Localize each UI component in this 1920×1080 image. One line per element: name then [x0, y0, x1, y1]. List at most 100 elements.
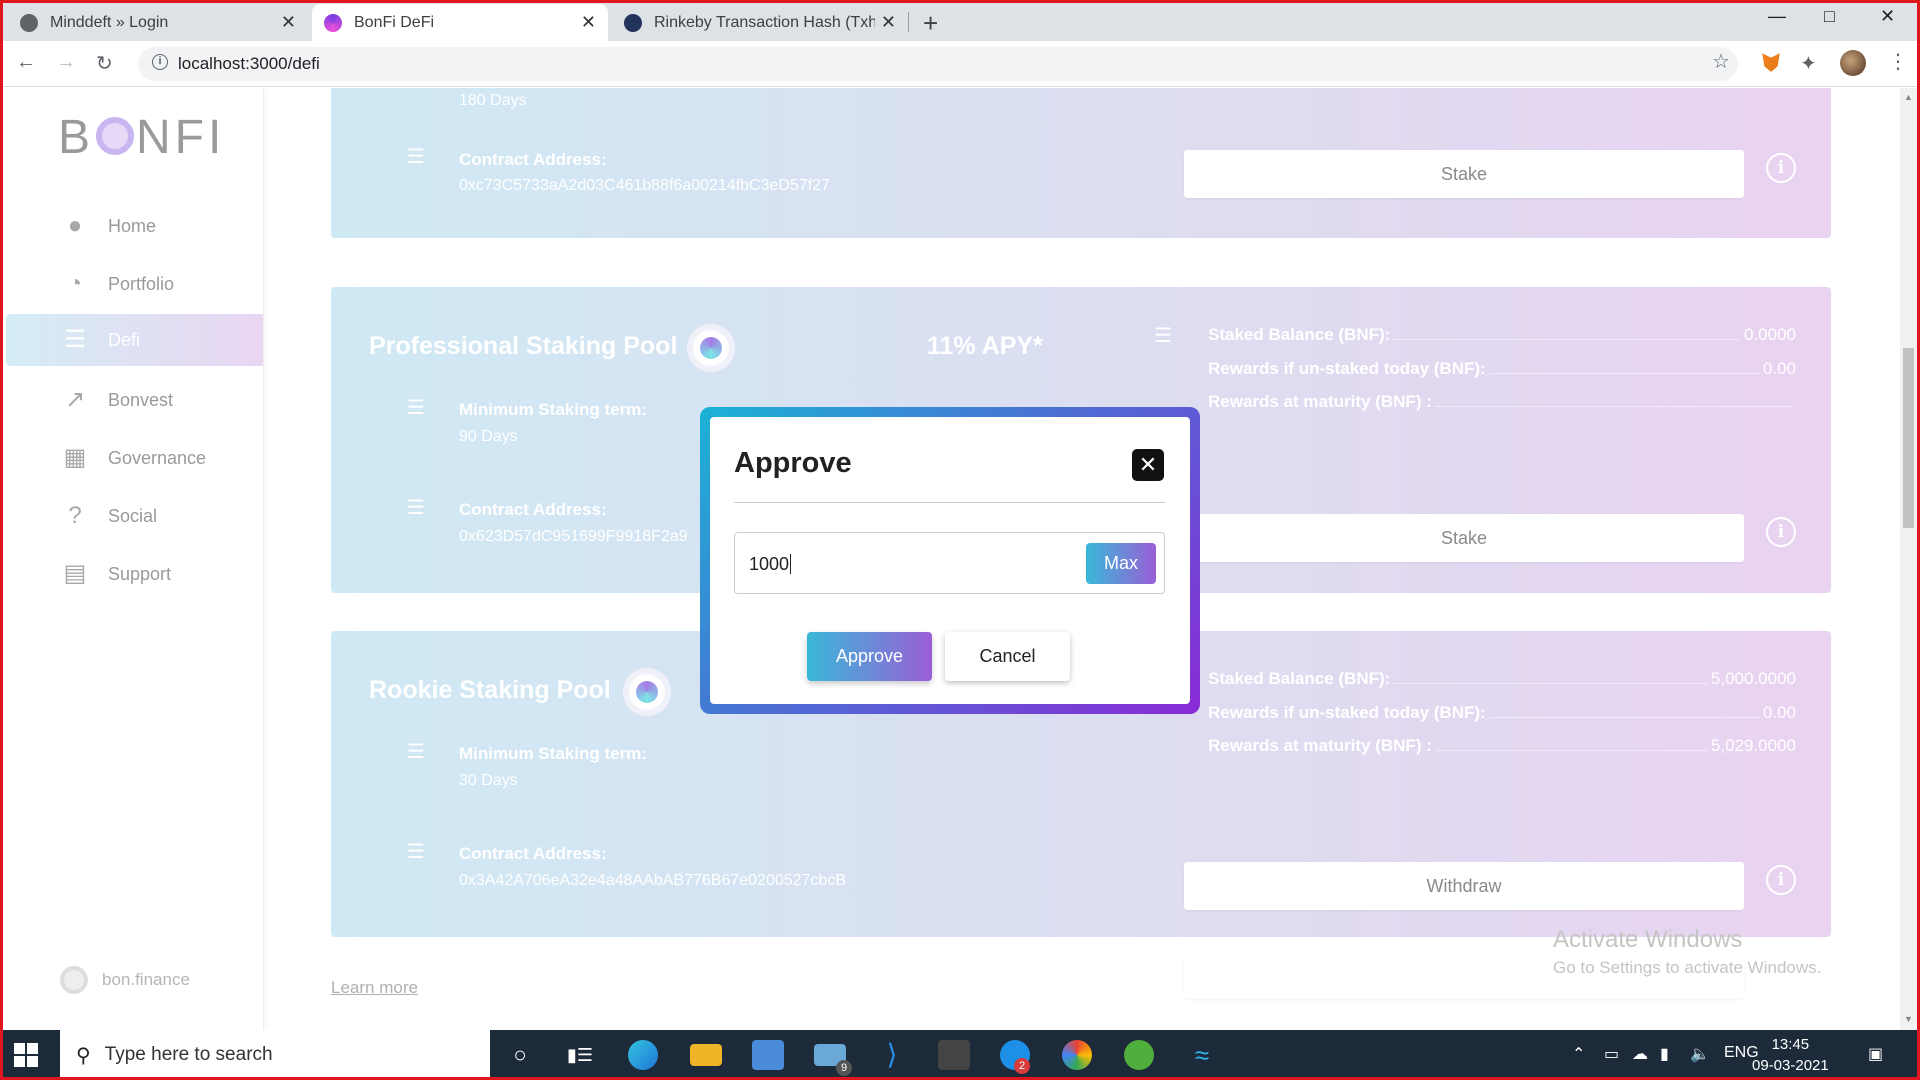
menu-lines-icon: ☰ [1154, 325, 1172, 347]
scroll-thumb[interactable] [1903, 348, 1914, 528]
activate-windows-title: Activate Windows [1553, 926, 1743, 953]
url-text[interactable]: localhost:3000/defi [178, 54, 320, 74]
close-modal-icon[interactable]: ✕ [1132, 449, 1164, 481]
store-icon[interactable] [752, 1040, 784, 1070]
modal-title: Approve [734, 447, 852, 479]
defi-page: B NFI ● Home ◔ Portfolio ☰ Defi ↗ Bonvest… [0, 88, 1920, 1030]
pool-title: Professional Staking Pool [369, 332, 678, 360]
sidebar-item-governance[interactable]: ▦ Governance [6, 432, 263, 484]
person-icon: ● [67, 212, 83, 239]
info-icon[interactable]: i [1766, 865, 1796, 895]
amount-value[interactable]: 1000 [749, 554, 792, 575]
sidebar-item-support[interactable]: ▤ Support [6, 548, 263, 600]
sidebar-item-label: Governance [108, 447, 207, 468]
skype-badge: 2 [1014, 1058, 1030, 1074]
forward-icon[interactable]: → [56, 51, 76, 74]
windows-start-icon[interactable] [14, 1043, 38, 1067]
new-tab-button[interactable]: + [923, 8, 938, 39]
sidebar-item-home[interactable]: ● Home [6, 200, 263, 252]
extensions-puzzle-icon[interactable]: ✦ [1800, 51, 1822, 75]
approve-modal: Approve ✕ 1000 Max Approve Cancel [710, 417, 1190, 704]
rewards-maturity-label: Rewards at maturity (BNF) : [1208, 736, 1432, 755]
menu-lines-icon: ☰ [407, 146, 425, 168]
task-view-icon[interactable]: ▮☰ [564, 1040, 596, 1070]
sidebar-item-defi[interactable]: ☰ Defi [6, 314, 263, 366]
scroll-down-icon[interactable]: ▼ [1904, 1014, 1913, 1024]
vscode-icon[interactable]: ⟩ [876, 1040, 908, 1070]
maximize-icon[interactable]: □ [1824, 6, 1835, 27]
grid-icon: ▦ [63, 444, 87, 471]
file-explorer-icon[interactable] [690, 1044, 722, 1066]
menu-lines-icon: ☰ [407, 741, 425, 763]
staked-label: Staked Balance (BNF): [1208, 325, 1391, 344]
wave-app-icon[interactable]: ≈ [1186, 1040, 1218, 1070]
bon-finance-link[interactable]: bon.finance [60, 966, 190, 994]
mail-badge: 9 [836, 1060, 852, 1076]
footer-label: bon.finance [102, 970, 190, 989]
chrome-icon[interactable] [1062, 1040, 1092, 1070]
sidebar-item-bonvest[interactable]: ↗ Bonvest [6, 374, 263, 426]
info-icon[interactable]: i [1766, 153, 1796, 183]
sidebar-item-portfolio[interactable]: ◔ Portfolio [6, 258, 263, 310]
dotted-leader [1394, 669, 1707, 684]
rewards-maturity-row: Rewards at maturity (BNF) : 5,029.0000 [1208, 736, 1796, 756]
browser-menu-icon[interactable]: ⋮ [1888, 49, 1908, 74]
close-tab-icon[interactable]: ✕ [281, 12, 296, 33]
minimize-icon[interactable]: — [1768, 6, 1786, 27]
stake-button[interactable]: Stake [1184, 150, 1744, 198]
tab-minddeft[interactable]: Minddeft » Login ✕ [8, 4, 308, 41]
info-icon[interactable]: i [1766, 517, 1796, 547]
site-info-icon[interactable]: i [152, 54, 168, 70]
amount-input[interactable]: 1000 Max [734, 532, 1165, 594]
taskbar-clock[interactable]: 13:45 09-03-2021 [1752, 1034, 1829, 1076]
metamask-extension-icon[interactable] [1762, 53, 1780, 72]
taskbar-search-box[interactable]: ⚲ Type here to search [60, 1030, 490, 1080]
bookmark-star-icon[interactable]: ☆ [1712, 49, 1730, 74]
logo-o-icon [96, 117, 135, 155]
withdraw-button[interactable]: Withdraw [1184, 862, 1744, 910]
tab-rinkeby[interactable]: Rinkeby Transaction Hash (Txhash ✕ [612, 4, 908, 41]
question-icon: ? [68, 502, 82, 529]
term-value: 90 Days [459, 428, 518, 445]
edge-browser-icon[interactable] [628, 1040, 658, 1070]
stake-button[interactable]: Stake [1184, 514, 1744, 562]
tray-overflow-icon[interactable]: ⌃ [1572, 1044, 1585, 1064]
battery-icon[interactable]: ▮ [1660, 1044, 1669, 1064]
reload-icon[interactable]: ↻ [96, 51, 113, 76]
tab-bonfi[interactable]: BonFi DeFi ✕ [312, 4, 608, 41]
learn-more-link[interactable]: Learn more [331, 978, 418, 998]
term-label: Minimum Staking term: [459, 400, 647, 419]
back-icon[interactable]: ← [16, 51, 36, 74]
cortana-icon[interactable]: ○ [504, 1040, 536, 1070]
sidebar-item-label: Home [108, 215, 157, 236]
rewards-today-value: 0.00 [1762, 703, 1796, 722]
close-tab-icon[interactable]: ✕ [581, 12, 596, 33]
clapperboard-icon[interactable] [938, 1040, 970, 1070]
bonfi-logo[interactable]: B NFI [58, 110, 225, 165]
page-scrollbar[interactable]: ▲ ▼ [1900, 88, 1917, 1030]
logo-text-left: B [58, 111, 95, 164]
staked-balance-row: Staked Balance (BNF): 0.0000 [1208, 325, 1796, 345]
notifications-icon[interactable]: ▣ [1868, 1044, 1883, 1064]
logo-text-right: NFI [136, 111, 226, 164]
max-button[interactable]: Max [1086, 543, 1156, 584]
sidebar-item-social[interactable]: ? Social [6, 490, 263, 542]
profile-avatar[interactable] [1840, 50, 1866, 76]
menu-lines-icon: ☰ [407, 397, 425, 419]
clock-time: 13:45 [1771, 1036, 1810, 1053]
close-window-icon[interactable]: ✕ [1880, 6, 1895, 27]
approve-modal-frame: Approve ✕ 1000 Max Approve Cancel [700, 407, 1200, 714]
cancel-button[interactable]: Cancel [945, 632, 1070, 681]
close-tab-icon[interactable]: ✕ [881, 12, 896, 33]
utorrent-icon[interactable] [1124, 1040, 1154, 1070]
address-bar[interactable]: i localhost:3000/defi [138, 47, 1738, 81]
onedrive-icon[interactable]: ☁ [1632, 1044, 1648, 1064]
browser-tab-strip: Minddeft » Login ✕ BonFi DeFi ✕ Rinkeby … [0, 0, 1920, 41]
approve-button[interactable]: Approve [807, 632, 932, 681]
meet-now-icon[interactable]: ▭ [1604, 1044, 1619, 1064]
rewards-today-value: 0.00 [1762, 359, 1796, 378]
rewards-today-row: Rewards if un-staked today (BNF): 0.00 [1208, 703, 1796, 723]
bnf-coin-icon [687, 324, 735, 372]
volume-icon[interactable]: 🔈 [1690, 1044, 1710, 1064]
scroll-up-icon[interactable]: ▲ [1904, 92, 1913, 102]
